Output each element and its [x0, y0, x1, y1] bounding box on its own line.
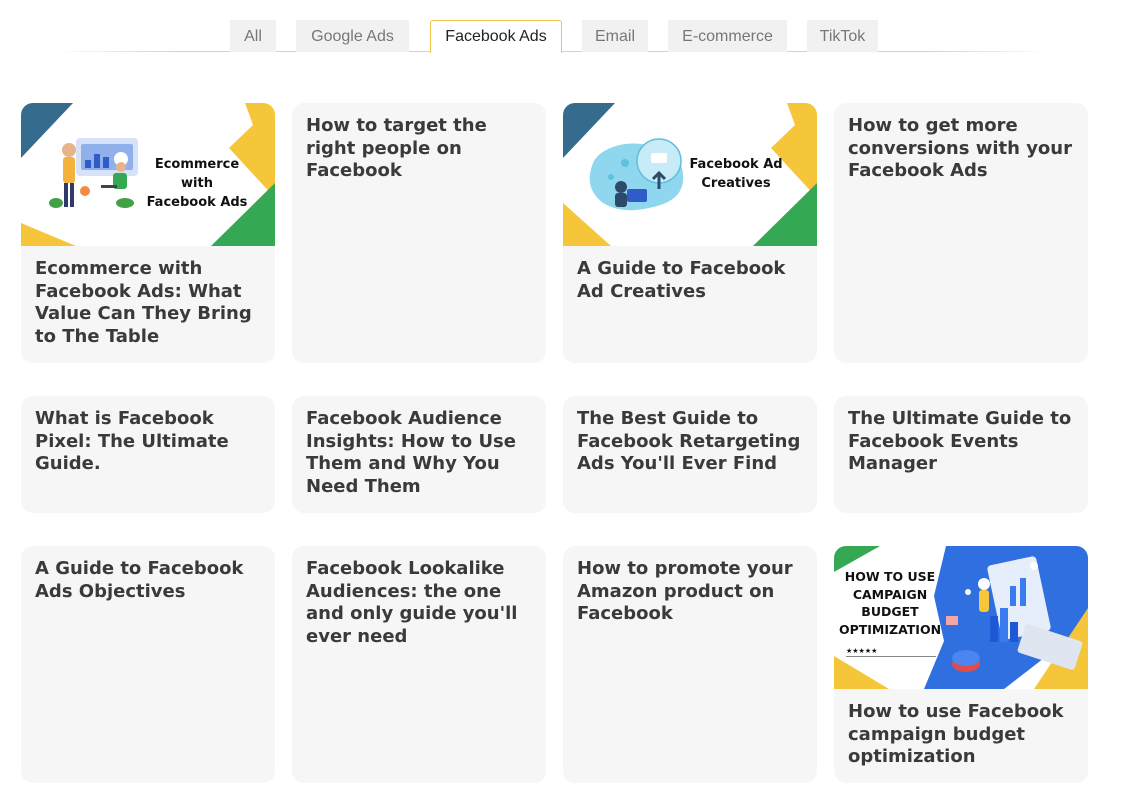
article-card[interactable]: Facebook Audience Insights: How to Use T…: [292, 396, 546, 513]
tab-tiktok[interactable]: TikTok: [807, 20, 878, 52]
tab-email[interactable]: Email: [582, 20, 648, 52]
article-title: Facebook Audience Insights: How to Use T…: [306, 408, 516, 497]
article-card[interactable]: How to target the right people on Facebo…: [292, 103, 546, 363]
tab-all[interactable]: All: [230, 20, 276, 52]
article-thumbnail: Facebook Ad Creatives: [563, 103, 817, 246]
article-title: Facebook Lookalike Audiences: the one an…: [306, 558, 518, 647]
article-card[interactable]: Facebook Lookalike Audiences: the one an…: [292, 546, 546, 783]
thumbnail-caption: Ecommerce with Facebook Ads: [146, 157, 248, 210]
article-card[interactable]: What is Facebook Pixel: The Ultimate Gui…: [21, 396, 275, 513]
svg-text:★★★★★: ★★★★★: [846, 647, 877, 655]
thumbnail-caption: HOW TO USE CAMPAIGN BUDGET OPTIMIZATION: [838, 569, 942, 637]
article-title: How to use Facebook campaign budget opti…: [848, 701, 1064, 767]
article-title: Ecommerce with Facebook Ads: What Value …: [35, 258, 252, 347]
article-card[interactable]: The Best Guide to Facebook Retargeting A…: [563, 396, 817, 513]
article-title: How to get more conversions with your Fa…: [848, 115, 1072, 181]
article-card[interactable]: A Guide to Facebook Ads Objectives: [21, 546, 275, 783]
thumbnail-caption: Facebook Ad Creatives: [689, 157, 783, 191]
article-title: What is Facebook Pixel: The Ultimate Gui…: [35, 408, 229, 474]
tab-facebook-ads[interactable]: Facebook Ads: [430, 20, 562, 53]
article-thumbnail: ★★★★★ HOW TO USE CAMPAIGN BUDGET OPTIMIZ…: [834, 546, 1088, 689]
article-card[interactable]: ★★★★★ HOW TO USE CAMPAIGN BUDGET OPTIMIZ…: [834, 546, 1088, 783]
article-title: The Ultimate Guide to Facebook Events Ma…: [848, 408, 1072, 474]
tab-google-ads[interactable]: Google Ads: [296, 20, 409, 52]
article-title: A Guide to Facebook Ads Objectives: [35, 558, 244, 602]
article-thumbnail: Ecommerce with Facebook Ads: [21, 103, 275, 246]
article-card[interactable]: Facebook Ad Creatives A Guide to Faceboo…: [563, 103, 817, 363]
article-card[interactable]: How to get more conversions with your Fa…: [834, 103, 1088, 363]
article-title: A Guide to Facebook Ad Creatives: [577, 258, 786, 302]
article-title: The Best Guide to Facebook Retargeting A…: [577, 408, 801, 474]
article-card[interactable]: The Ultimate Guide to Facebook Events Ma…: [834, 396, 1088, 513]
article-card[interactable]: Ecommerce with Facebook Ads Ecommerce wi…: [21, 103, 275, 363]
tab-e-commerce[interactable]: E-commerce: [668, 20, 787, 52]
article-card[interactable]: How to promote your Amazon product on Fa…: [563, 546, 817, 783]
article-title: How to target the right people on Facebo…: [306, 115, 487, 181]
article-title: How to promote your Amazon product on Fa…: [577, 558, 793, 624]
